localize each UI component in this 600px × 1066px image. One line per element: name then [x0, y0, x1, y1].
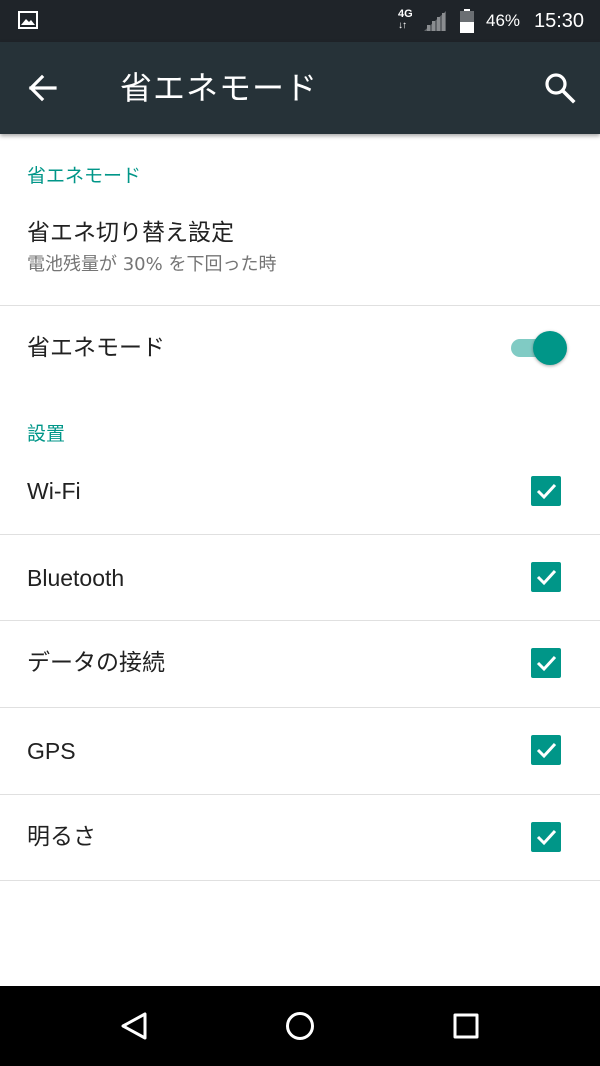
bluetooth-label: Bluetooth [27, 565, 125, 591]
list-item-data-connection[interactable]: データの接続 [0, 621, 600, 707]
check-icon [536, 829, 557, 846]
bluetooth-checkbox[interactable] [531, 562, 561, 592]
toggle-thumb [533, 331, 567, 365]
back-button[interactable] [20, 66, 64, 110]
network-type-indicator: 4G ↓↑ [398, 8, 418, 34]
data-connection-checkbox[interactable] [531, 648, 561, 678]
list-item-wifi[interactable]: Wi-Fi [0, 448, 600, 534]
status-time: 15:30 [534, 10, 585, 32]
check-icon [536, 655, 557, 672]
divider [0, 880, 600, 881]
search-icon [538, 73, 582, 114]
switch-setting-summary: 電池残量が 30% を下回った時 [27, 254, 277, 275]
image-notification-icon [18, 11, 38, 29]
cell-signal-icon [422, 10, 448, 32]
app-bar: 省エネモード [0, 42, 600, 134]
list-item-gps[interactable]: GPS [0, 708, 600, 794]
switch-setting-item[interactable]: 省エネ切り替え設定 電池残量が 30% を下回った時 [0, 208, 600, 304]
section-header-power-saving: 省エネモード [27, 165, 142, 187]
section-header-settings: 設置 [27, 423, 66, 445]
navigation-bar [0, 986, 600, 1066]
wifi-label: Wi-Fi [27, 478, 81, 504]
power-saving-mode-toggle[interactable] [509, 330, 569, 366]
home-circle-icon [286, 1012, 314, 1040]
gps-checkbox[interactable] [531, 735, 561, 765]
search-button[interactable] [538, 66, 582, 110]
gps-label: GPS [27, 738, 76, 764]
nav-home-button[interactable] [280, 1006, 320, 1046]
list-item-bluetooth[interactable]: Bluetooth [0, 535, 600, 621]
status-bar: 4G ↓↑ 46% 15:30 [0, 0, 600, 42]
battery-percentage: 46% [486, 11, 521, 30]
brightness-label: 明るさ [27, 824, 96, 850]
network-type-label: 4G [398, 8, 413, 20]
wifi-checkbox[interactable] [531, 476, 561, 506]
network-activity-icon: ↓↑ [398, 20, 407, 31]
switch-setting-title: 省エネ切り替え設定 [27, 220, 234, 246]
list-item-brightness[interactable]: 明るさ [0, 795, 600, 881]
brightness-checkbox[interactable] [531, 822, 561, 852]
nav-recents-button[interactable] [446, 1006, 486, 1046]
back-arrow-icon [20, 74, 64, 114]
check-icon [536, 742, 557, 759]
power-saving-mode-label: 省エネモード [27, 335, 165, 361]
nav-back-button[interactable] [114, 1006, 154, 1046]
battery-icon [460, 9, 474, 33]
data-connection-label: データの接続 [27, 650, 165, 676]
back-triangle-icon [121, 1012, 147, 1040]
page-title: 省エネモード [120, 69, 319, 107]
check-icon [536, 569, 557, 586]
check-icon [536, 483, 557, 500]
recents-square-icon [453, 1013, 479, 1039]
